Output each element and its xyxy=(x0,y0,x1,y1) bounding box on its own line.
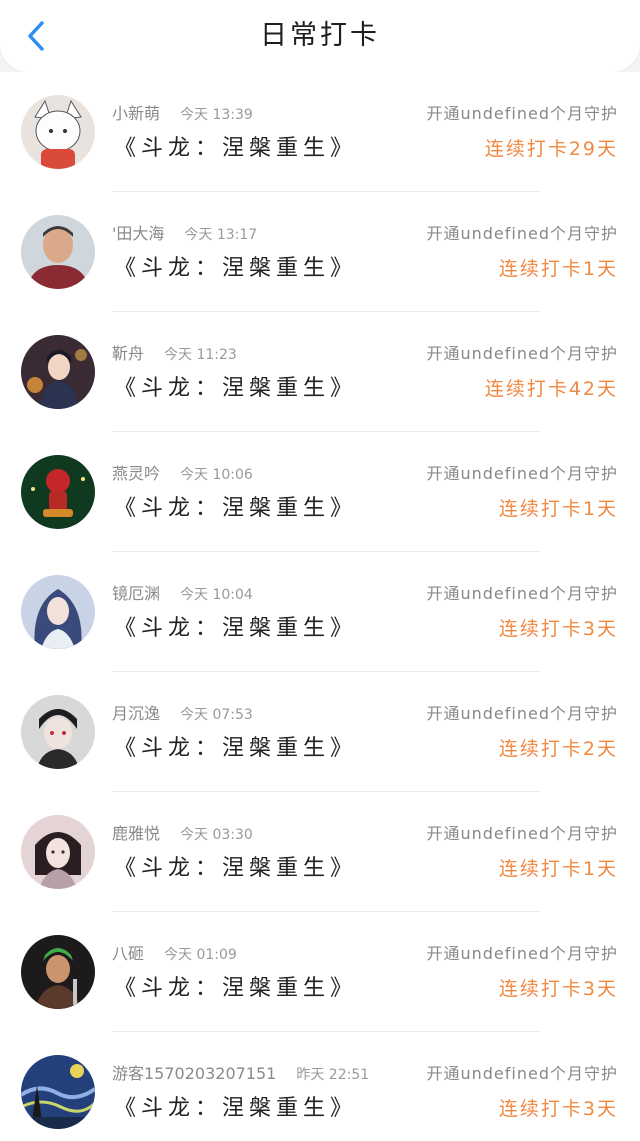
avatar[interactable] xyxy=(21,815,95,889)
checkin-row[interactable]: 镜厄渊 今天 10:04 《斗龙：涅槃重生》 开通undefined个月守护 连续… xyxy=(0,552,640,672)
avatar[interactable] xyxy=(21,335,95,409)
user-meta: 八砸 今天 01:09 xyxy=(112,940,237,964)
guard-status: 开通undefined个月守护 xyxy=(426,704,618,723)
book-title[interactable]: 《斗龙：涅槃重生》 xyxy=(114,970,357,1002)
top-nav-bar: 日常打卡 xyxy=(0,0,640,72)
user-name[interactable]: '田大海 xyxy=(112,224,164,243)
user-meta: 靳舟 今天 11:23 xyxy=(112,340,237,364)
guard-status: 开通undefined个月守护 xyxy=(426,584,618,603)
streak-count: 连续打卡3天 xyxy=(498,978,618,1000)
user-meta: 镜厄渊 今天 10:04 xyxy=(112,580,253,604)
user-name[interactable]: 小新萌 xyxy=(112,104,160,123)
user-meta: '田大海 今天 13:17 xyxy=(112,220,257,244)
user-name[interactable]: 八砸 xyxy=(112,944,144,963)
guard-status: 开通undefined个月守护 xyxy=(426,944,618,963)
book-title[interactable]: 《斗龙：涅槃重生》 xyxy=(114,730,357,762)
guard-status: 开通undefined个月守护 xyxy=(426,104,618,123)
streak-count: 连续打卡3天 xyxy=(498,1098,618,1120)
streak-count: 连续打卡29天 xyxy=(484,138,618,160)
book-title[interactable]: 《斗龙：涅槃重生》 xyxy=(114,850,357,882)
user-name[interactable]: 镜厄渊 xyxy=(112,584,160,603)
streak-count: 连续打卡3天 xyxy=(498,618,618,640)
user-meta: 鹿雅悦 今天 03:30 xyxy=(112,820,253,844)
guard-status: 开通undefined个月守护 xyxy=(426,1064,618,1083)
streak-count: 连续打卡1天 xyxy=(498,258,618,280)
book-title[interactable]: 《斗龙：涅槃重生》 xyxy=(114,610,357,642)
guard-status: 开通undefined个月守护 xyxy=(426,464,618,483)
book-title[interactable]: 《斗龙：涅槃重生》 xyxy=(114,370,357,402)
checkin-row[interactable]: '田大海 今天 13:17 《斗龙：涅槃重生》 开通undefined个月守护 连… xyxy=(0,192,640,312)
streak-count: 连续打卡1天 xyxy=(498,858,618,880)
checkin-time: 今天 10:04 xyxy=(180,587,253,603)
avatar[interactable] xyxy=(21,95,95,169)
user-name[interactable]: 燕灵吟 xyxy=(112,464,160,483)
guard-status: 开通undefined个月守护 xyxy=(426,224,618,243)
checkin-row[interactable]: 小新萌 今天 13:39 《斗龙：涅槃重生》 开通undefined个月守护 连续… xyxy=(0,72,640,192)
streak-count: 连续打卡42天 xyxy=(484,378,618,400)
checkin-row[interactable]: 靳舟 今天 11:23 《斗龙：涅槃重生》 开通undefined个月守护 连续打… xyxy=(0,312,640,432)
checkin-time: 今天 07:53 xyxy=(180,707,253,723)
checkin-time: 今天 11:23 xyxy=(164,347,237,363)
guard-status: 开通undefined个月守护 xyxy=(426,344,618,363)
avatar[interactable] xyxy=(21,695,95,769)
user-name[interactable]: 月沉逸 xyxy=(112,704,160,723)
user-name[interactable]: 游客1570203207151 xyxy=(112,1064,276,1083)
checkin-row[interactable]: 鹿雅悦 今天 03:30 《斗龙：涅槃重生》 开通undefined个月守护 连续… xyxy=(0,792,640,912)
user-meta: 燕灵吟 今天 10:06 xyxy=(112,460,253,484)
guard-status: 开通undefined个月守护 xyxy=(426,824,618,843)
checkin-row[interactable]: 游客1570203207151 昨天 22:51 《斗龙：涅槃重生》 开通unde… xyxy=(0,1032,640,1141)
book-title[interactable]: 《斗龙：涅槃重生》 xyxy=(114,490,357,522)
checkin-time: 今天 13:39 xyxy=(180,107,253,123)
checkin-list: 小新萌 今天 13:39 《斗龙：涅槃重生》 开通undefined个月守护 连续… xyxy=(0,72,640,1141)
avatar[interactable] xyxy=(21,1055,95,1129)
book-title[interactable]: 《斗龙：涅槃重生》 xyxy=(114,250,357,282)
book-title[interactable]: 《斗龙：涅槃重生》 xyxy=(114,1090,357,1122)
user-meta: 小新萌 今天 13:39 xyxy=(112,100,253,124)
user-meta: 游客1570203207151 昨天 22:51 xyxy=(112,1060,369,1084)
user-name[interactable]: 鹿雅悦 xyxy=(112,824,160,843)
avatar[interactable] xyxy=(21,935,95,1009)
avatar[interactable] xyxy=(21,215,95,289)
user-meta: 月沉逸 今天 07:53 xyxy=(112,700,253,724)
checkin-time: 今天 01:09 xyxy=(164,947,237,963)
book-title[interactable]: 《斗龙：涅槃重生》 xyxy=(114,130,357,162)
checkin-row[interactable]: 燕灵吟 今天 10:06 《斗龙：涅槃重生》 开通undefined个月守护 连续… xyxy=(0,432,640,552)
user-name[interactable]: 靳舟 xyxy=(112,344,144,363)
checkin-row[interactable]: 月沉逸 今天 07:53 《斗龙：涅槃重生》 开通undefined个月守护 连续… xyxy=(0,672,640,792)
avatar[interactable] xyxy=(21,575,95,649)
streak-count: 连续打卡2天 xyxy=(498,738,618,760)
checkin-time: 今天 10:06 xyxy=(180,467,253,483)
avatar[interactable] xyxy=(21,455,95,529)
checkin-time: 今天 03:30 xyxy=(180,827,253,843)
checkin-row[interactable]: 八砸 今天 01:09 《斗龙：涅槃重生》 开通undefined个月守护 连续打… xyxy=(0,912,640,1032)
page-title: 日常打卡 xyxy=(260,20,380,51)
checkin-time: 今天 13:17 xyxy=(184,227,258,243)
streak-count: 连续打卡1天 xyxy=(498,498,618,520)
checkin-time: 昨天 22:51 xyxy=(296,1067,370,1083)
